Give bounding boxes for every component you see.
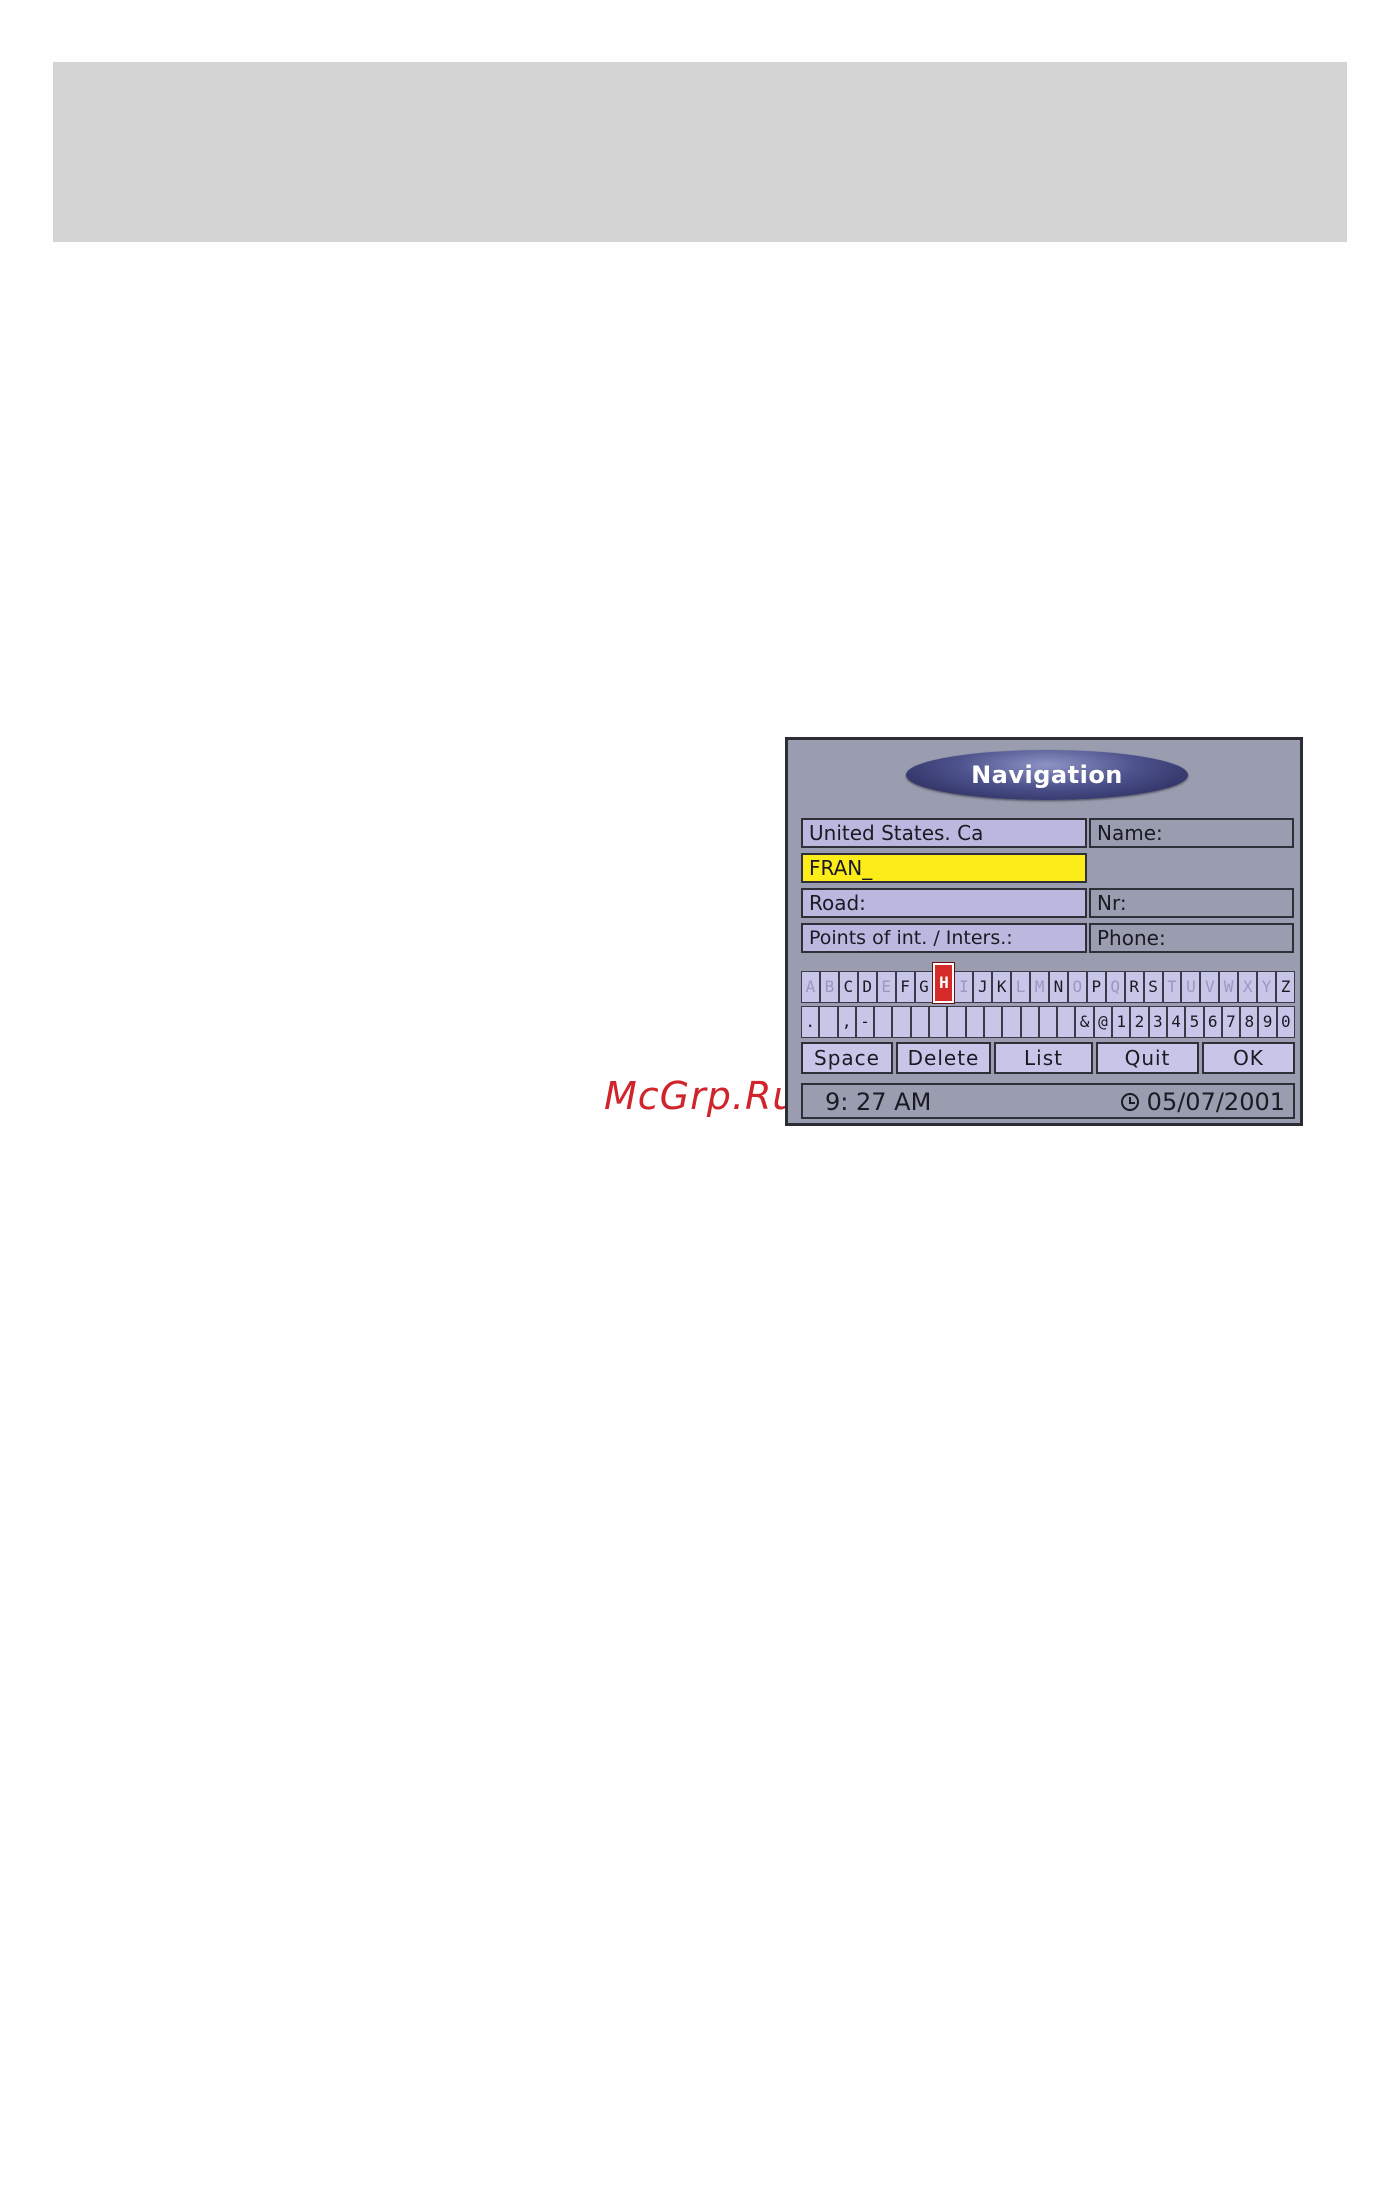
key-k[interactable]: K	[992, 971, 1012, 1003]
keyboard-letters-row: ABCDEFGHIJKLMNOPQRSTUVWXYZ	[801, 963, 1295, 1003]
key-symbol-4[interactable]	[874, 1006, 893, 1038]
key-l[interactable]: L	[1011, 971, 1031, 1003]
key-symbol-20[interactable]: 4	[1166, 1006, 1186, 1038]
key-f[interactable]: F	[895, 971, 915, 1003]
key-symbol-22[interactable]: 6	[1203, 1006, 1222, 1038]
key-symbol-5[interactable]	[892, 1006, 911, 1038]
key-symbol-9[interactable]	[965, 1006, 984, 1038]
key-v[interactable]: V	[1200, 971, 1220, 1003]
status-bar: 9: 27 AM 05/07/2001	[801, 1083, 1295, 1119]
key-symbol-11[interactable]	[1002, 1006, 1021, 1038]
key-symbol-25[interactable]: 9	[1258, 1006, 1277, 1038]
key-symbol-7[interactable]	[929, 1006, 948, 1038]
key-symbol-8[interactable]	[947, 1006, 966, 1038]
key-symbol-1[interactable]	[819, 1006, 838, 1038]
key-c[interactable]: C	[838, 971, 858, 1003]
key-r[interactable]: R	[1124, 971, 1144, 1003]
key-e[interactable]: E	[876, 971, 896, 1003]
phone-field[interactable]: Phone:	[1089, 923, 1294, 953]
time-display: 9: 27 AM	[825, 1088, 932, 1116]
key-symbol-18[interactable]: 2	[1130, 1006, 1149, 1038]
date-text: 05/07/2001	[1146, 1088, 1285, 1116]
key-symbol-19[interactable]: 3	[1148, 1006, 1167, 1038]
navigation-title: Navigation	[906, 750, 1188, 800]
clock-icon	[1120, 1093, 1139, 1111]
key-z[interactable]: Z	[1276, 971, 1295, 1003]
key-symbol-0[interactable]: .	[801, 1006, 820, 1038]
key-symbol-26[interactable]: 0	[1276, 1006, 1296, 1038]
date-display: 05/07/2001	[1120, 1088, 1285, 1116]
key-p[interactable]: P	[1086, 971, 1106, 1003]
key-h[interactable]: H	[933, 963, 955, 1003]
key-symbol-13[interactable]	[1038, 1006, 1058, 1038]
key-d[interactable]: D	[857, 971, 877, 1003]
number-field[interactable]: Nr:	[1089, 888, 1294, 918]
header-band	[53, 62, 1347, 242]
city-input[interactable]: FRAN_	[801, 853, 1087, 883]
key-symbol-21[interactable]: 5	[1185, 1006, 1204, 1038]
key-n[interactable]: N	[1048, 971, 1068, 1003]
key-symbol-6[interactable]	[910, 1006, 930, 1038]
watermark: McGrp.Ru	[604, 1074, 798, 1118]
points-of-interest-field[interactable]: Points of int. / Inters.:	[801, 923, 1087, 953]
key-symbol-24[interactable]: 8	[1240, 1006, 1259, 1038]
delete-button[interactable]: Delete	[896, 1042, 991, 1074]
key-symbol-15[interactable]: &	[1075, 1006, 1094, 1038]
key-g[interactable]: G	[914, 971, 934, 1003]
space-button[interactable]: Space	[801, 1042, 893, 1074]
key-j[interactable]: J	[973, 971, 993, 1003]
name-field[interactable]: Name:	[1089, 818, 1294, 848]
key-symbol-23[interactable]: 7	[1221, 1006, 1241, 1038]
key-x[interactable]: X	[1238, 971, 1258, 1003]
key-u[interactable]: U	[1181, 971, 1201, 1003]
key-s[interactable]: S	[1143, 971, 1163, 1003]
key-q[interactable]: Q	[1105, 971, 1125, 1003]
key-y[interactable]: Y	[1257, 971, 1277, 1003]
key-symbol-12[interactable]	[1020, 1006, 1039, 1038]
key-a[interactable]: A	[801, 971, 820, 1003]
keyboard-symbols-row: ., - & @1 2 3 4 5 6 7 8 9 0	[801, 1006, 1296, 1038]
key-i[interactable]: I	[954, 971, 974, 1003]
key-m[interactable]: M	[1030, 971, 1049, 1003]
key-symbol-10[interactable]	[983, 1006, 1003, 1038]
navigation-screen: Navigation United States. Ca Name: FRAN_…	[785, 737, 1303, 1126]
key-symbol-16[interactable]: @	[1093, 1006, 1113, 1038]
key-symbol-14[interactable]	[1057, 1006, 1076, 1038]
country-field[interactable]: United States. Ca	[801, 818, 1087, 848]
road-field[interactable]: Road:	[801, 888, 1087, 918]
key-symbol-3[interactable]: -	[855, 1006, 875, 1038]
key-o[interactable]: O	[1067, 971, 1087, 1003]
key-t[interactable]: T	[1162, 971, 1182, 1003]
action-buttons: Space Delete List Quit OK	[801, 1042, 1295, 1074]
key-b[interactable]: B	[819, 971, 839, 1003]
key-w[interactable]: W	[1219, 971, 1239, 1003]
ok-button[interactable]: OK	[1202, 1042, 1295, 1074]
list-button[interactable]: List	[994, 1042, 1093, 1074]
quit-button[interactable]: Quit	[1096, 1042, 1199, 1074]
key-symbol-17[interactable]: 1	[1112, 1006, 1131, 1038]
key-symbol-2[interactable]: ,	[837, 1006, 856, 1038]
